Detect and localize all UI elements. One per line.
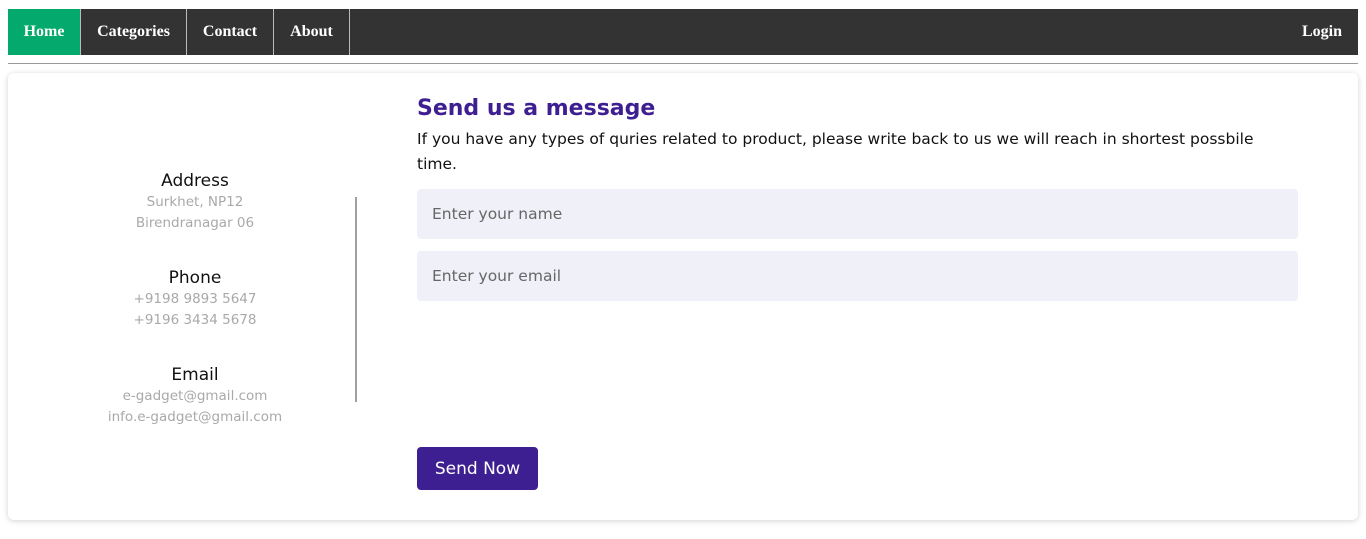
phone-line-1: +9198 9893 5647	[133, 291, 257, 307]
email-line-1: e-gadget@gmail.com	[122, 388, 268, 404]
header-divider	[8, 63, 1358, 64]
email-input[interactable]	[417, 251, 1298, 301]
email-title: Email	[171, 365, 219, 385]
address-line-1: Surkhet, NP12	[146, 194, 244, 210]
send-now-button[interactable]: Send Now	[417, 447, 538, 490]
email-line-2: info.e-gadget@gmail.com	[107, 409, 283, 425]
address-block: Address Surkhet, NP12 Birendranagar 06	[8, 170, 382, 234]
form-description: If you have any types of quries related …	[417, 130, 1254, 173]
address-title: Address	[161, 171, 229, 191]
nav-home-link[interactable]: Home	[8, 9, 81, 55]
nav-categories-link[interactable]: Categories	[81, 9, 187, 55]
nav-about-link[interactable]: About	[274, 9, 350, 55]
phone-line-2: +9196 3434 5678	[133, 312, 257, 328]
name-input[interactable]	[417, 189, 1298, 239]
contact-card: Address Surkhet, NP12 Birendranagar 06 P…	[8, 73, 1358, 520]
address-line-2: Birendranagar 06	[135, 215, 255, 231]
nav-login-link[interactable]: Login	[1286, 9, 1358, 55]
top-navbar: Home Categories Contact About Login	[8, 9, 1358, 55]
column-divider	[355, 197, 357, 402]
nav-contact-link[interactable]: Contact	[187, 9, 274, 55]
form-heading: Send us a message	[417, 96, 656, 121]
phone-title: Phone	[168, 268, 222, 288]
phone-block: Phone +9198 9893 5647 +9196 3434 5678	[8, 267, 382, 331]
contact-info-column: Address Surkhet, NP12 Birendranagar 06 P…	[8, 73, 382, 520]
email-block: Email e-gadget@gmail.com info.e-gadget@g…	[8, 364, 382, 428]
